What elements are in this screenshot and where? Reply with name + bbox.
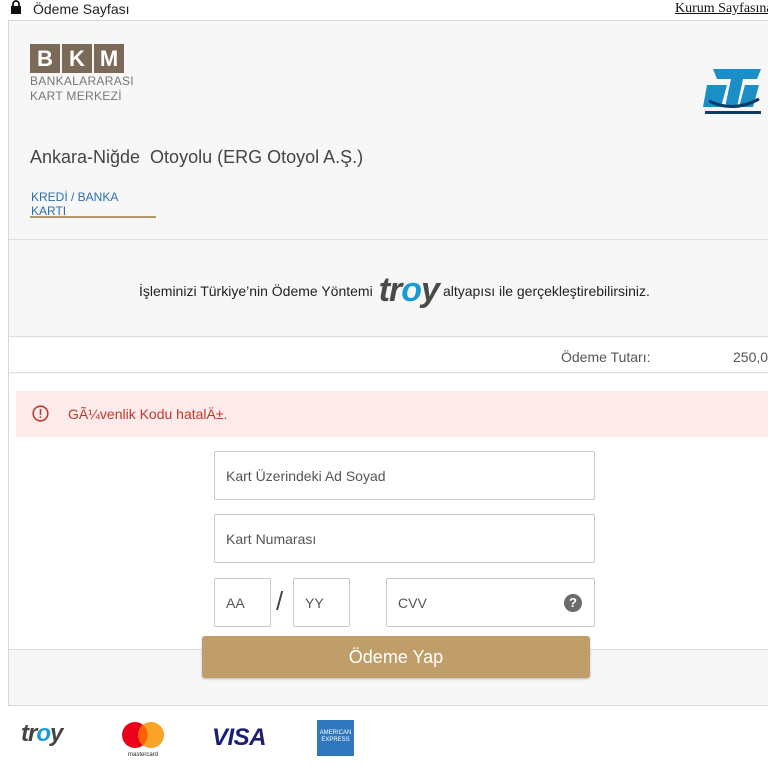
troy-banner-text-before: İşleminizi Türkiye’nin Ödeme Yöntemi <box>139 282 373 299</box>
expiry-month-placeholder: AA <box>226 595 245 611</box>
kurum-page-link[interactable]: Kurum Sayfasına <box>675 1 768 17</box>
svg-text:mastercard: mastercard <box>128 752 158 758</box>
tab-credit-card[interactable]: KREDİ / BANKA KARTI <box>30 189 156 218</box>
troy-banner: İşleminizi Türkiye’nin Ödeme Yöntemi tro… <box>9 241 768 337</box>
troy-logo: troy <box>378 271 440 309</box>
top-bar: Ödeme Sayfası Kurum Sayfasına <box>0 0 768 20</box>
card-form: GÃ¼venlik Kodu hatalÄ±. Kart Üzerindeki … <box>9 374 768 650</box>
bkm-letter: B <box>30 44 60 73</box>
cardholder-name-input[interactable]: Kart Üzerindeki Ad Soyad <box>214 451 595 500</box>
amount-row: Ödeme Tutarı: 250,0 <box>9 338 768 373</box>
card-brands: troy mastercard VISA AMERICAN EXPRESS <box>0 712 768 762</box>
cvv-input[interactable]: CVV ? <box>386 578 595 627</box>
payment-card: B K M BANKALARARASI KART MERKEZİ Ankara-… <box>8 20 768 706</box>
visa-logo: VISA <box>212 724 267 751</box>
merchant-name: Ankara-Niğde Otoyolu (ERG Otoyol A.Ş.) <box>30 147 364 167</box>
cvv-placeholder: CVV <box>398 595 427 611</box>
header-section: B K M BANKALARARASI KART MERKEZİ Ankara-… <box>9 21 768 240</box>
bkm-line2: KART MERKEZİ <box>30 89 122 103</box>
expiry-year-placeholder: YY <box>305 595 324 611</box>
cardholder-name-placeholder: Kart Üzerindeki Ad Soyad <box>226 468 386 484</box>
tab-label: KREDİ / BANKA KARTI <box>31 190 118 218</box>
pay-button[interactable]: Ödeme Yap <box>202 636 590 678</box>
page-title: Ödeme Sayfası <box>33 1 130 17</box>
bkm-letter: K <box>62 44 92 73</box>
card-number-placeholder: Kart Numarası <box>226 531 317 547</box>
amount-label: Ödeme Tutarı: <box>561 349 651 365</box>
error-icon <box>32 405 49 422</box>
help-icon[interactable]: ? <box>564 594 582 612</box>
mastercard-logo: mastercard <box>122 722 164 758</box>
bkm-logo: B K M BANKALARARASI KART MERKEZİ <box>30 44 134 124</box>
organization-logo <box>703 69 761 114</box>
error-alert: GÃ¼venlik Kodu hatalÄ±. <box>16 391 768 437</box>
amex-logo: AMERICAN EXPRESS <box>317 720 354 756</box>
lock-icon <box>11 0 21 14</box>
expiry-separator: / <box>276 586 284 616</box>
amount-value: 250,0 <box>733 349 768 365</box>
bkm-line1: BANKALARARASI <box>30 74 134 88</box>
bkm-letter: M <box>94 44 124 73</box>
expiry-month-input[interactable]: AA <box>214 578 271 627</box>
error-message: GÃ¼venlik Kodu hatalÄ±. <box>68 406 228 422</box>
card-number-input[interactable]: Kart Numarası <box>214 514 595 563</box>
troy-brand-logo: troy <box>21 720 63 747</box>
troy-banner-text-after: altyapısı ile gerçekleştirebilirsiniz. <box>442 282 650 299</box>
expiry-year-input[interactable]: YY <box>293 578 350 627</box>
